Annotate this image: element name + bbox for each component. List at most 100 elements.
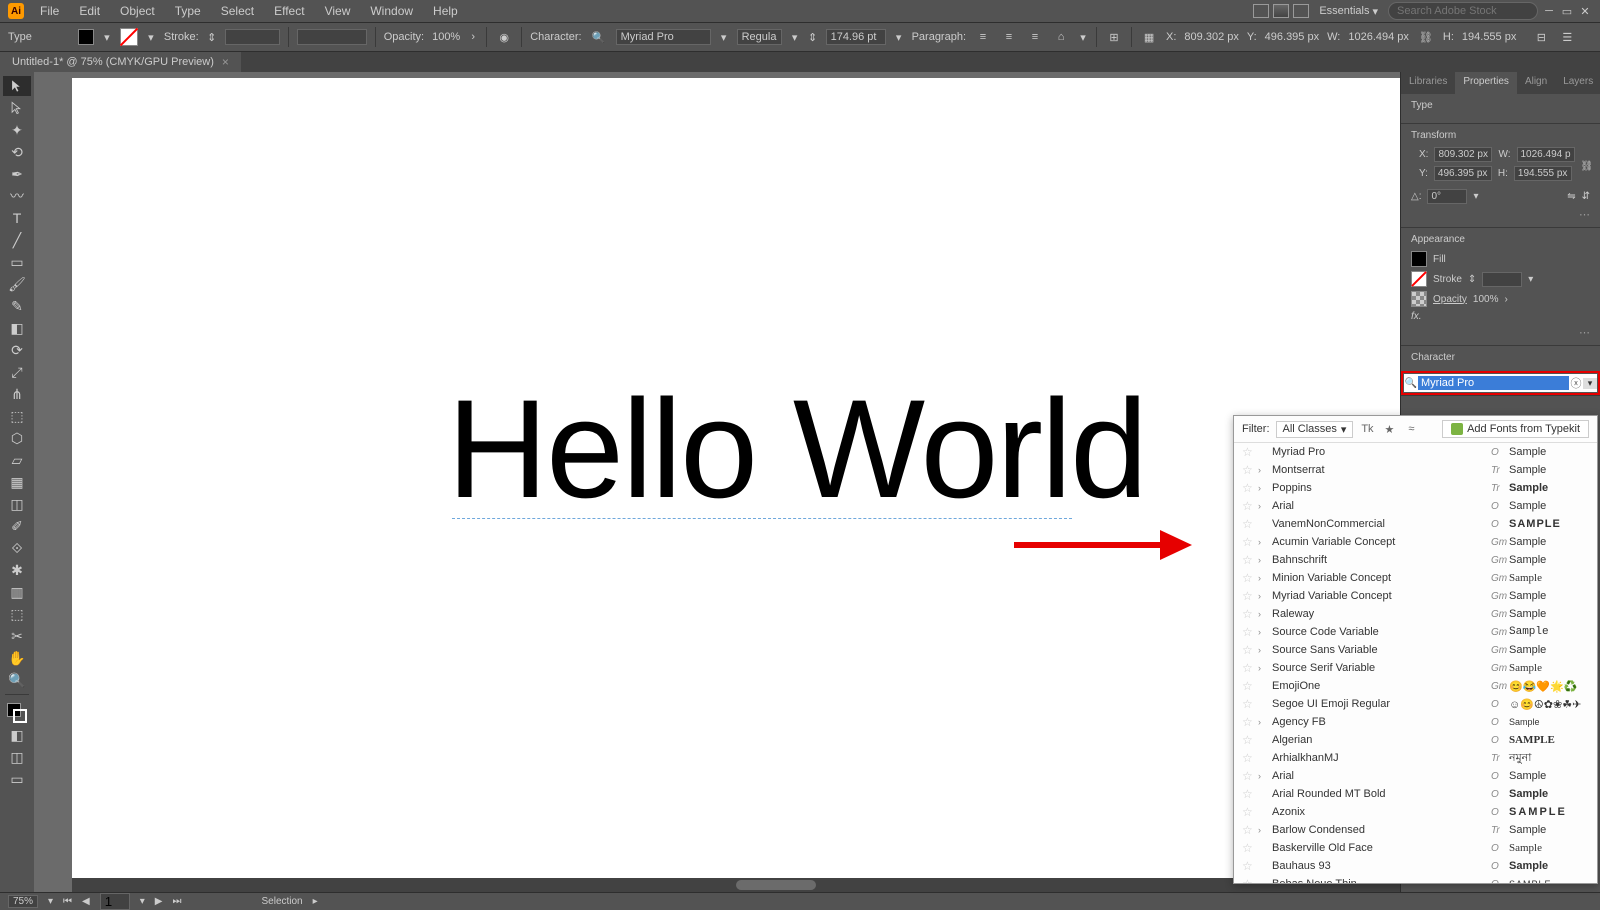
menu-object[interactable]: Object [112,2,163,20]
document-tab[interactable]: Untitled-1* @ 75% (CMYK/GPU Preview) × [0,52,241,72]
font-list-item[interactable]: ☆ArhialkhanMJTrনমুনা [1234,749,1597,767]
favorite-star-icon[interactable]: ☆ [1242,643,1258,657]
font-list-item[interactable]: ☆›Source Code VariableGmSample [1234,623,1597,641]
expand-family-icon[interactable]: › [1258,465,1270,475]
fill-stroke-indicator[interactable] [7,703,27,723]
expand-family-icon[interactable]: › [1258,717,1270,727]
slice-tool[interactable]: ✂ [3,626,31,646]
font-list-item[interactable]: ☆EmojiOneGm😊😂🧡🌟♻️ [1234,677,1597,695]
font-list-item[interactable]: ☆›Agency FBOSample [1234,713,1597,731]
mesh-tool[interactable]: ▦ [3,472,31,492]
expand-family-icon[interactable]: › [1258,501,1270,511]
menu-select[interactable]: Select [213,2,262,20]
transform-x-input[interactable] [1434,147,1492,162]
font-family-input[interactable] [616,29,711,45]
eyedropper-tool[interactable]: ✐ [3,516,31,536]
width-tool[interactable]: ⋔ [3,384,31,404]
favorite-star-icon[interactable]: ☆ [1242,517,1258,531]
menu-view[interactable]: View [317,2,359,20]
align-left-icon[interactable]: ≡ [974,28,992,46]
shaper-tool[interactable]: ✎ [3,296,31,316]
blend-tool[interactable]: ⟐ [3,538,31,558]
symbol-sprayer-tool[interactable]: ✱ [3,560,31,580]
font-name-input[interactable]: Myriad Pro [1418,376,1569,390]
expand-family-icon[interactable]: › [1258,825,1270,835]
fill-color-swatch[interactable] [1411,251,1427,267]
menu-effect[interactable]: Effect [266,2,312,20]
transform-h-input[interactable] [1514,166,1572,181]
favorite-star-icon[interactable]: ☆ [1242,481,1258,495]
paintbrush-tool[interactable]: 🖌 [3,274,31,294]
favorite-star-icon[interactable]: ☆ [1242,751,1258,765]
menu-type[interactable]: Type [167,2,209,20]
expand-family-icon[interactable]: › [1258,627,1270,637]
font-list-item[interactable]: ☆›ArialOSample [1234,767,1597,785]
artboard-tool[interactable]: ⬚ [3,604,31,624]
nav-last-icon[interactable]: ⏭ [172,896,181,907]
expand-family-icon[interactable]: › [1258,609,1270,619]
font-style-input[interactable] [737,29,782,45]
panel-stroke-weight-input[interactable] [1482,272,1522,287]
font-dropdown-icon[interactable]: ▾ [719,32,729,42]
opacity-dropdown-icon[interactable]: › [468,32,478,42]
favorite-star-icon[interactable]: ☆ [1242,589,1258,603]
favorite-star-icon[interactable]: ☆ [1242,715,1258,729]
font-dropdown-button[interactable]: ▾ [1583,378,1597,389]
draw-mode-icon[interactable]: ◫ [3,747,31,767]
menu-file[interactable]: File [32,2,67,20]
lasso-tool[interactable]: ⟲ [3,142,31,162]
font-size-input[interactable] [826,29,886,45]
close-icon[interactable]: ✕ [1578,4,1592,18]
recolor-icon[interactable]: ◉ [495,28,513,46]
panel-menu-icon[interactable]: ☰ [1558,28,1576,46]
expand-family-icon[interactable]: › [1258,771,1270,781]
font-favorite-filter-icon[interactable]: ★ [1381,421,1397,437]
align-center-icon[interactable]: ≡ [1000,28,1018,46]
panel-toggle-icon[interactable]: ⊟ [1532,28,1550,46]
font-list[interactable]: ☆Myriad ProOSample☆›MontserratTrSample☆›… [1234,443,1597,883]
zoom-dropdown-icon[interactable]: ▾ [48,896,53,907]
fill-dropdown-icon[interactable]: ▾ [102,32,112,42]
favorite-star-icon[interactable]: ☆ [1242,553,1258,567]
font-list-item[interactable]: ☆AzonixOSAMPLE [1234,803,1597,821]
y-value[interactable]: 496.395 px [1265,31,1319,43]
font-list-item[interactable]: ☆Segoe UI Emoji RegularO☺😊☮✿❀☘✈ [1234,695,1597,713]
maximize-icon[interactable]: ▭ [1560,4,1574,18]
magic-wand-tool[interactable]: ✦ [3,120,31,140]
tab-properties[interactable]: Properties [1455,72,1517,94]
preferences-icon[interactable] [1273,4,1289,18]
shape-builder-tool[interactable]: ⬡ [3,428,31,448]
rotation-input[interactable] [1427,189,1467,204]
favorite-star-icon[interactable]: ☆ [1242,625,1258,639]
transform-y-input[interactable] [1434,166,1492,181]
size-stepper-icon[interactable]: ⇕ [808,32,818,42]
angle-dropdown-icon[interactable]: ▾ [1473,191,1478,202]
gradient-tool[interactable]: ◫ [3,494,31,514]
tab-close-icon[interactable]: × [222,55,229,69]
expand-family-icon[interactable]: › [1258,537,1270,547]
transform-w-input[interactable] [1517,147,1575,162]
column-graph-tool[interactable]: ▥ [3,582,31,602]
expand-family-icon[interactable]: › [1258,483,1270,493]
free-transform-tool[interactable]: ⬚ [3,406,31,426]
curvature-tool[interactable]: 〰 [3,186,31,206]
favorite-star-icon[interactable]: ☆ [1242,463,1258,477]
favorite-star-icon[interactable]: ☆ [1242,535,1258,549]
eraser-tool[interactable]: ◧ [3,318,31,338]
nav-first-icon[interactable]: ⏮ [63,896,72,907]
h-value[interactable]: 194.555 px [1462,31,1516,43]
menu-edit[interactable]: Edit [71,2,108,20]
scale-tool[interactable]: ⤢ [3,362,31,382]
link-wh-icon[interactable]: ⛓ [1417,28,1435,46]
selection-tool[interactable] [3,76,31,96]
align-panel-icon[interactable]: ⊞ [1105,28,1123,46]
canvas-text-object[interactable]: Hello World [447,368,1146,530]
font-list-item[interactable]: ☆›ArialOSample [1234,497,1597,515]
fill-swatch[interactable] [78,29,94,45]
clear-font-icon[interactable]: ⓧ [1569,375,1583,391]
stroke-dropdown-icon[interactable]: ▾ [146,32,156,42]
favorite-star-icon[interactable]: ☆ [1242,805,1258,819]
tab-align[interactable]: Align [1517,72,1555,94]
font-list-item[interactable]: ☆›Minion Variable ConceptGmSample [1234,569,1597,587]
pen-tool[interactable]: ✒ [3,164,31,184]
